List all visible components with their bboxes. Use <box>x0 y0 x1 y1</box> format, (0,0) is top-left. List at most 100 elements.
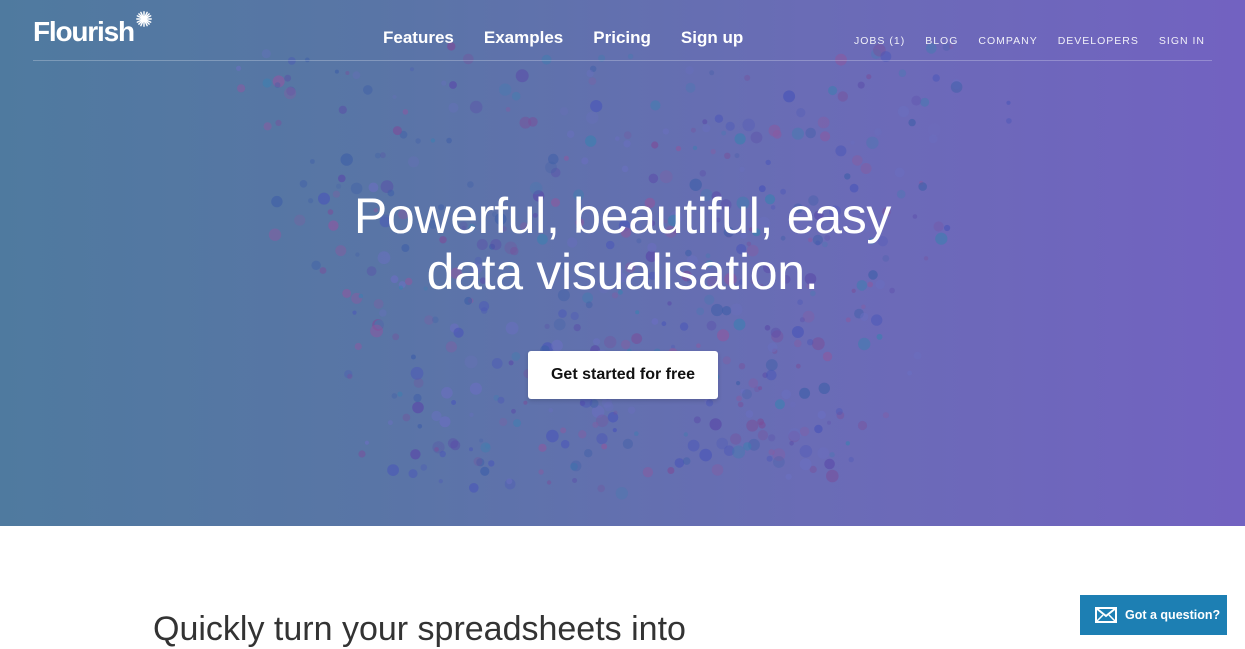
particle-dot <box>546 480 552 485</box>
particle-dot <box>237 84 246 93</box>
particle-dot <box>648 173 659 184</box>
logo-text: Flourish <box>33 16 135 47</box>
particle-dot <box>584 449 593 458</box>
headline-line-1: Powerful, beautiful, easy <box>353 188 892 244</box>
particle-dot <box>927 123 941 137</box>
particle-dot <box>545 161 557 174</box>
particle-dot <box>467 181 474 188</box>
particle-dot <box>783 90 796 103</box>
particle-dot <box>528 117 538 127</box>
particle-dot <box>799 426 810 437</box>
particle-dot <box>439 416 451 428</box>
particle-dot <box>392 94 397 99</box>
particle-dot <box>380 152 386 159</box>
particle-dot <box>794 339 802 348</box>
particle-dot <box>766 455 773 462</box>
particle-dot <box>622 438 634 449</box>
particle-dot <box>679 322 689 331</box>
particle-dot <box>511 352 521 361</box>
particle-dot <box>373 299 384 309</box>
particle-dot <box>469 100 483 114</box>
particle-dot <box>590 100 603 113</box>
nav-company[interactable]: COMPANY <box>978 34 1037 48</box>
particle-dot <box>596 433 608 445</box>
particle-dot <box>479 438 484 443</box>
particle-dot <box>340 153 353 166</box>
particle-dot <box>363 85 373 95</box>
particle-dot <box>730 303 743 316</box>
particle-dot <box>621 339 631 350</box>
particle-dot <box>623 131 632 139</box>
particle-dot <box>310 159 315 164</box>
particle-dot <box>866 136 879 149</box>
particle-dot <box>845 441 850 446</box>
nav-sign-up[interactable]: Sign up <box>681 26 743 50</box>
particle-dot <box>850 140 855 145</box>
particle-dot <box>950 81 963 93</box>
flourish-logo[interactable]: Flourish <box>33 11 153 49</box>
particle-dot <box>710 149 716 155</box>
nav-blog[interactable]: BLOG <box>925 34 958 48</box>
got-a-question-button[interactable]: Got a question? <box>1080 595 1227 635</box>
particle-dot <box>690 127 696 133</box>
nav-pricing[interactable]: Pricing <box>593 26 651 50</box>
particle-dot <box>559 107 569 116</box>
particle-dot <box>420 464 428 471</box>
nav-sign-in[interactable]: SIGN IN <box>1159 34 1205 48</box>
particle-dot <box>716 437 728 450</box>
particle-dot <box>387 420 393 426</box>
particle-dot <box>635 310 640 315</box>
nav-developers[interactable]: DEVELOPERS <box>1058 34 1139 48</box>
particle-dot <box>604 335 617 349</box>
particle-dot <box>736 381 741 386</box>
particle-dot <box>578 430 587 439</box>
particle-dot <box>745 410 754 418</box>
particle-dot <box>469 382 482 395</box>
particle-dot <box>236 65 242 71</box>
particle-dot <box>612 428 617 433</box>
particle-dot <box>734 133 746 145</box>
particle-dot <box>817 116 830 129</box>
particle-dot <box>491 358 503 369</box>
particle-dot <box>651 318 659 325</box>
particle-dot <box>774 399 785 410</box>
particle-dot <box>347 373 353 380</box>
particle-dot <box>284 87 297 100</box>
get-started-button[interactable]: Get started for free <box>528 351 718 399</box>
particle-dot <box>538 469 544 475</box>
particle-dot <box>758 421 766 429</box>
particle-dot <box>788 428 802 441</box>
particle-dot <box>570 311 579 321</box>
particle-dot <box>546 429 559 443</box>
particle-dot <box>601 443 608 450</box>
particle-dot <box>513 419 522 428</box>
particle-dot <box>765 359 778 371</box>
particle-dot <box>572 478 578 483</box>
particle-dot <box>558 309 567 318</box>
particle-dot <box>696 343 701 349</box>
particle-dot <box>699 170 707 177</box>
nav-features[interactable]: Features <box>383 26 454 50</box>
particle-dot <box>897 105 910 118</box>
particle-dot <box>566 130 575 138</box>
particle-dot <box>445 341 457 353</box>
particle-dot <box>818 382 830 394</box>
particle-dot <box>820 131 831 142</box>
particle-dot <box>588 77 597 85</box>
particle-dot <box>721 130 727 136</box>
particle-dot <box>453 327 464 338</box>
particle-dot <box>499 417 508 427</box>
particle-dot <box>835 408 843 415</box>
nav-jobs[interactable]: JOBS (1) <box>854 34 905 48</box>
nav-examples[interactable]: Examples <box>484 26 563 50</box>
particle-dot <box>882 412 890 419</box>
particle-dot <box>711 464 724 476</box>
particle-dot <box>659 170 673 184</box>
particle-dot <box>581 157 589 165</box>
particle-dot <box>439 450 446 458</box>
particle-dot <box>861 304 866 309</box>
particle-dot <box>523 400 528 405</box>
particle-dot <box>430 138 436 143</box>
particle-dot <box>586 111 599 124</box>
particle-dot <box>480 442 491 453</box>
